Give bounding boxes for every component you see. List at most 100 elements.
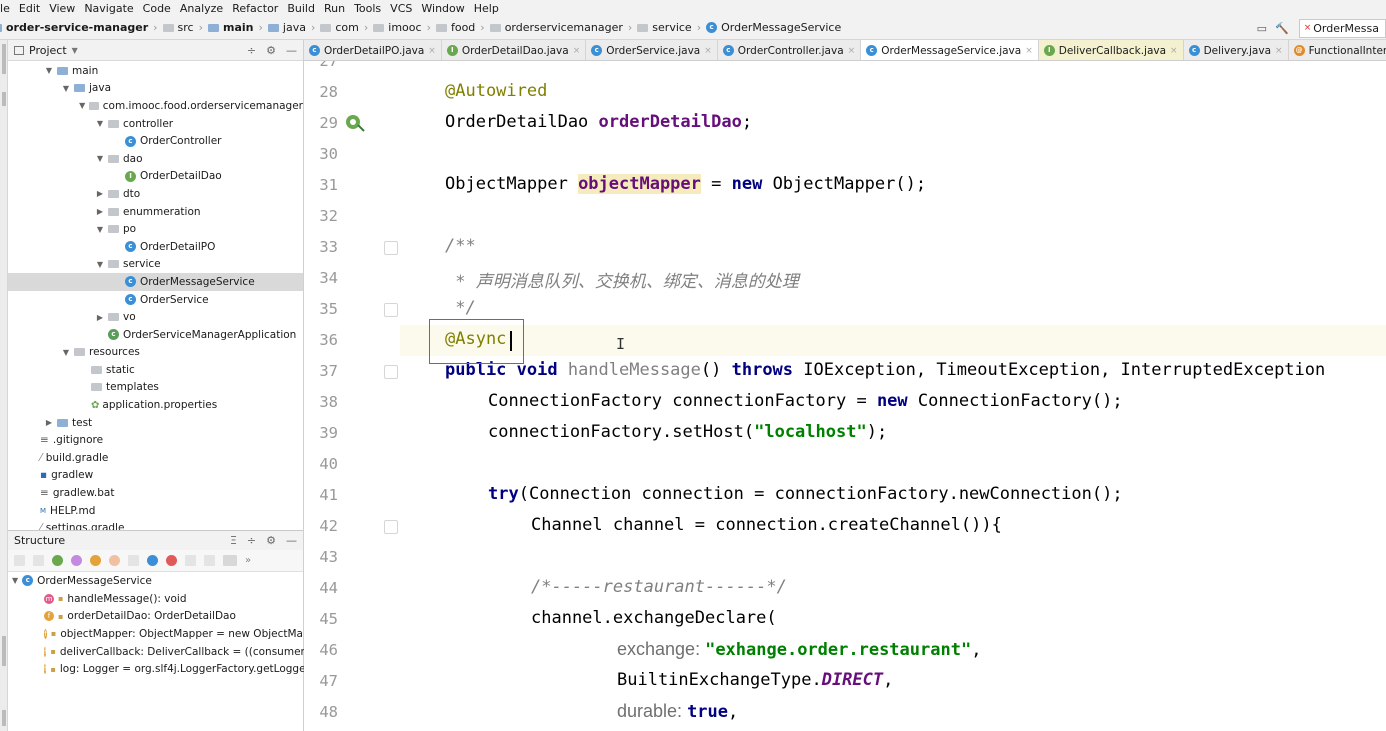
code-line[interactable]: connectionFactory.setHost("localhost"); — [304, 418, 1386, 449]
code-line[interactable]: Channel channel = connection.createChann… — [304, 511, 1386, 542]
tree-item[interactable]: ▼ resources — [8, 344, 303, 362]
breadcrumb-item[interactable]: food — [435, 21, 475, 34]
tree-item[interactable]: ▼ controller — [8, 115, 303, 133]
hammer-icon[interactable]: 🔨 — [1275, 22, 1289, 35]
expand-icon[interactable] — [185, 555, 196, 566]
code-line[interactable]: /** — [304, 232, 1386, 263]
tree-item[interactable]: ▶ test — [8, 414, 303, 432]
sort-alpha-icon[interactable] — [14, 555, 25, 566]
minimize-icon[interactable]: — — [286, 534, 297, 547]
tree-item[interactable]: ▶ enummeration — [8, 203, 303, 221]
gear-icon[interactable]: ⚙ — [266, 534, 276, 547]
close-icon[interactable]: × — [573, 46, 581, 56]
chevron-right-icon[interactable]: ▶ — [95, 207, 105, 216]
gear-icon[interactable]: ⚙ — [266, 44, 276, 57]
structure-item[interactable]: m ▪ handleMessage(): void — [8, 590, 303, 608]
tree-item[interactable]: ≡ .gitignore — [8, 431, 303, 449]
menu-item-build[interactable]: Build — [287, 2, 315, 15]
tree-item[interactable]: ▼ java — [8, 80, 303, 98]
code-line[interactable]: ObjectMapper objectMapper = new ObjectMa… — [304, 170, 1386, 201]
fold-marker-icon[interactable] — [384, 303, 398, 317]
menu-item-refactor[interactable]: Refactor — [232, 2, 278, 15]
editor-tab[interactable]: c OrderMessageService.java × — [861, 40, 1039, 60]
show-anonymous-icon[interactable] — [147, 555, 158, 566]
fold-marker-icon[interactable] — [384, 365, 398, 379]
code-line[interactable]: @Autowired — [304, 77, 1386, 108]
collapse-icon[interactable] — [204, 555, 215, 566]
chevron-right-icon[interactable]: ▶ — [95, 189, 105, 198]
tree-item[interactable]: M HELP.md — [8, 502, 303, 520]
filter-icon[interactable] — [128, 555, 139, 566]
tree-item[interactable]: static — [8, 361, 303, 379]
sort-visibility-icon[interactable] — [33, 555, 44, 566]
structure-item[interactable]: f ▪ deliverCallback: DeliverCallback = ((c… — [8, 643, 316, 661]
code-line[interactable]: durable: true, — [304, 697, 1386, 728]
dropdown-icon[interactable]: ▼ — [72, 46, 78, 55]
editor-tab[interactable]: I OrderDetailDao.java × — [442, 40, 587, 60]
structure-item[interactable]: f ▪ orderDetailDao: OrderDetailDao — [8, 607, 303, 625]
close-icon[interactable]: × — [848, 46, 856, 56]
menu-item-vcs[interactable]: VCS — [390, 2, 412, 15]
menu-item-tools[interactable]: Tools — [354, 2, 381, 15]
editor-tab[interactable]: I DeliverCallback.java × — [1038, 40, 1184, 60]
code-line[interactable]: * 声明消息队列、交换机、绑定、消息的处理 — [304, 263, 1386, 294]
chevron-down-icon[interactable]: ▼ — [44, 66, 54, 75]
code-line[interactable]: exchange: "exhange.order.restaurant", — [304, 635, 1386, 666]
code-line[interactable]: channel.exchangeDeclare( — [304, 604, 1386, 635]
editor-tab[interactable]: c OrderDetailPO.java × — [304, 40, 442, 60]
breadcrumb-item[interactable]: service — [637, 21, 692, 34]
menu-item-window[interactable]: Window — [421, 2, 464, 15]
close-icon[interactable]: × — [1025, 46, 1033, 56]
editor-tab[interactable]: @FunctionalInterface.java× — [1289, 40, 1386, 60]
project-tool-tab[interactable] — [2, 44, 6, 74]
tree-item[interactable]: c OrderController — [8, 132, 303, 150]
code-line[interactable] — [304, 542, 1386, 573]
breadcrumb-item[interactable]: c OrderMessageService — [706, 21, 841, 34]
breadcrumb-item[interactable]: orderservicemanager — [489, 21, 623, 34]
chevron-down-icon[interactable]: ▼ — [95, 260, 105, 269]
code-line[interactable]: BuiltinExchangeType.DIRECT, — [304, 666, 1386, 697]
chevron-right-icon[interactable]: ▶ — [44, 418, 54, 427]
show-properties-icon[interactable] — [71, 555, 82, 566]
tree-item[interactable]: ▼ com.imooc.food.orderservicemanager — [8, 97, 303, 115]
autoscroll-icon[interactable] — [223, 555, 237, 566]
show-lambdas-icon[interactable] — [166, 555, 177, 566]
chevron-right-icon[interactable]: ▶ — [95, 313, 105, 322]
chevron-down-icon[interactable]: ▼ — [78, 101, 86, 110]
structure-item[interactable]: f ▪ objectMapper: ObjectMapper = new Objec… — [8, 625, 303, 643]
menu-item-ile[interactable]: ile — [0, 2, 10, 15]
tree-item[interactable]: ▼ main — [8, 62, 303, 80]
tree-item[interactable]: c OrderMessageService — [8, 273, 303, 291]
structure-item[interactable]: f ▪ log: Logger = org.slf4j.LoggerFactory.… — [8, 660, 306, 678]
tree-item[interactable]: c OrderServiceManagerApplication — [8, 326, 303, 344]
tree-item[interactable]: c OrderService — [8, 291, 303, 309]
menu-item-analyze[interactable]: Analyze — [180, 2, 223, 15]
project-panel-title[interactable]: Project — [29, 44, 67, 57]
tree-item[interactable]: I OrderDetailDao — [8, 168, 303, 186]
menu-item-navigate[interactable]: Navigate — [84, 2, 133, 15]
code-line[interactable] — [304, 201, 1386, 232]
code-line[interactable] — [304, 449, 1386, 480]
more-icon[interactable]: » — [245, 555, 251, 566]
show-non-public-icon[interactable] — [109, 555, 120, 566]
breadcrumb-item[interactable]: java — [267, 21, 306, 34]
menu-item-help[interactable]: Help — [474, 2, 499, 15]
run-config-tab[interactable]: × OrderMessa — [1298, 18, 1386, 38]
code-line[interactable]: try(Connection connection = connectionFa… — [304, 480, 1386, 511]
tree-item[interactable]: ✿ application.properties — [8, 396, 303, 414]
editor-tab[interactable]: c OrderService.java × — [586, 40, 718, 60]
close-icon[interactable]: × — [428, 46, 436, 56]
breadcrumb-item[interactable]: com — [320, 21, 359, 34]
minimize-icon[interactable]: — — [286, 44, 297, 57]
chevron-down-icon[interactable]: ▼ — [95, 225, 105, 234]
code-line[interactable] — [304, 139, 1386, 170]
tree-item[interactable]: ≡ gradlew.bat — [8, 484, 303, 502]
tree-item[interactable]: ⁄ build.gradle — [8, 449, 303, 467]
tree-item[interactable]: templates — [8, 379, 303, 397]
close-icon[interactable]: × — [704, 46, 712, 56]
expand-all-icon[interactable]: Ξ — [230, 534, 237, 547]
breadcrumb-item[interactable]: src — [162, 21, 194, 34]
code-line[interactable]: /*-----restaurant------*/ — [304, 573, 1386, 604]
structure-tool-tab[interactable] — [2, 710, 6, 726]
chevron-down-icon[interactable]: ▼ — [61, 348, 71, 357]
